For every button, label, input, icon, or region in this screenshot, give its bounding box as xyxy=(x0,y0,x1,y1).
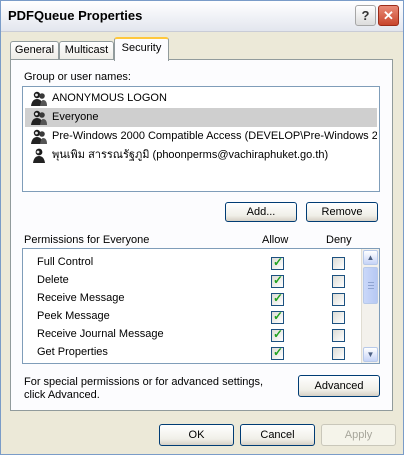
list-item-label: Everyone xyxy=(52,111,99,123)
tab-security[interactable]: Security xyxy=(114,37,169,61)
deny-checkbox[interactable] xyxy=(332,347,345,360)
user-group-icon xyxy=(31,91,47,106)
title-bar[interactable]: PDFQueue Properties ? ✕ xyxy=(1,1,403,32)
tab-multicast[interactable]: Multicast xyxy=(59,41,114,60)
allow-checkbox[interactable]: ✓ xyxy=(271,273,284,288)
scroll-up-icon[interactable]: ▲ xyxy=(363,250,378,265)
allow-checkbox[interactable]: ✓ xyxy=(271,255,284,270)
deny-column-header: Deny xyxy=(326,234,352,246)
permission-row: Receive Journal Message ✓ xyxy=(23,326,363,344)
tab-general[interactable]: General xyxy=(10,41,59,60)
scroll-down-icon[interactable]: ▼ xyxy=(363,347,378,362)
permission-label: Receive Journal Message xyxy=(37,328,164,340)
permission-label: Get Properties xyxy=(37,346,108,358)
permission-row: Delete ✓ xyxy=(23,272,363,290)
permission-row: Receive Message ✓ xyxy=(23,290,363,308)
advanced-hint-line1: For special permissions or for advanced … xyxy=(24,376,264,388)
deny-checkbox[interactable] xyxy=(332,311,345,324)
list-item-label: พุนเพิม สารรณรัฐภูมิ (phoonperms@vachira… xyxy=(52,149,329,161)
help-button[interactable]: ? xyxy=(355,5,376,26)
list-item[interactable]: ANONYMOUS LOGON xyxy=(25,89,377,108)
list-item[interactable]: พุนเพิม สารรณรัฐภูมิ (phoonperms@vachira… xyxy=(25,146,377,165)
permission-label: Delete xyxy=(37,274,69,286)
group-user-list[interactable]: ANONYMOUS LOGON Everyone Pre-Windows 200… xyxy=(22,86,380,192)
add-button[interactable]: Add... xyxy=(225,202,297,222)
check-icon: ✓ xyxy=(273,291,284,305)
list-item[interactable]: Everyone xyxy=(25,108,377,127)
permission-label: Peek Message xyxy=(37,310,110,322)
permission-label: Full Control xyxy=(37,256,94,268)
deny-checkbox[interactable] xyxy=(332,257,345,270)
user-icon xyxy=(33,148,45,163)
close-button[interactable]: ✕ xyxy=(378,5,399,26)
permission-row: Full Control ✓ xyxy=(23,254,363,272)
permission-label: Receive Message xyxy=(37,292,125,304)
allow-checkbox[interactable]: ✓ xyxy=(271,345,284,360)
permissions-list[interactable]: Full Control ✓ Delete ✓ Receive Message … xyxy=(22,248,380,364)
apply-button[interactable]: Apply xyxy=(321,424,396,446)
ok-button[interactable]: OK xyxy=(159,424,234,446)
check-icon: ✓ xyxy=(273,255,284,269)
list-item-label: Pre-Windows 2000 Compatible Access (DEVE… xyxy=(52,130,377,142)
permission-row: Peek Message ✓ xyxy=(23,308,363,326)
allow-column-header: Allow xyxy=(262,234,289,246)
user-group-icon xyxy=(31,129,47,144)
cancel-button[interactable]: Cancel xyxy=(240,424,315,446)
remove-button[interactable]: Remove xyxy=(306,202,378,222)
permissions-scrollbar[interactable]: ▲ ▼ xyxy=(361,249,379,363)
advanced-hint-line2: click Advanced. xyxy=(24,389,100,401)
check-icon: ✓ xyxy=(273,309,284,323)
deny-checkbox[interactable] xyxy=(332,329,345,342)
user-group-icon xyxy=(31,110,47,125)
list-item-label: ANONYMOUS LOGON xyxy=(52,92,167,104)
deny-checkbox[interactable] xyxy=(332,293,345,306)
advanced-button[interactable]: Advanced xyxy=(298,375,380,397)
check-icon: ✓ xyxy=(273,345,284,359)
window-title: PDFQueue Properties xyxy=(8,8,143,23)
properties-dialog: PDFQueue Properties ? ✕ General Multicas… xyxy=(0,0,404,455)
permissions-header: Permissions for Everyone xyxy=(24,234,150,246)
allow-checkbox[interactable]: ✓ xyxy=(271,309,284,324)
scroll-thumb[interactable] xyxy=(363,267,378,304)
check-icon: ✓ xyxy=(273,273,284,287)
deny-checkbox[interactable] xyxy=(332,275,345,288)
allow-checkbox[interactable]: ✓ xyxy=(271,291,284,306)
permission-row: Get Properties ✓ xyxy=(23,344,363,362)
list-item[interactable]: Pre-Windows 2000 Compatible Access (DEVE… xyxy=(25,127,377,146)
allow-checkbox[interactable]: ✓ xyxy=(271,327,284,342)
check-icon: ✓ xyxy=(273,327,284,341)
group-list-label: Group or user names: xyxy=(24,71,131,83)
